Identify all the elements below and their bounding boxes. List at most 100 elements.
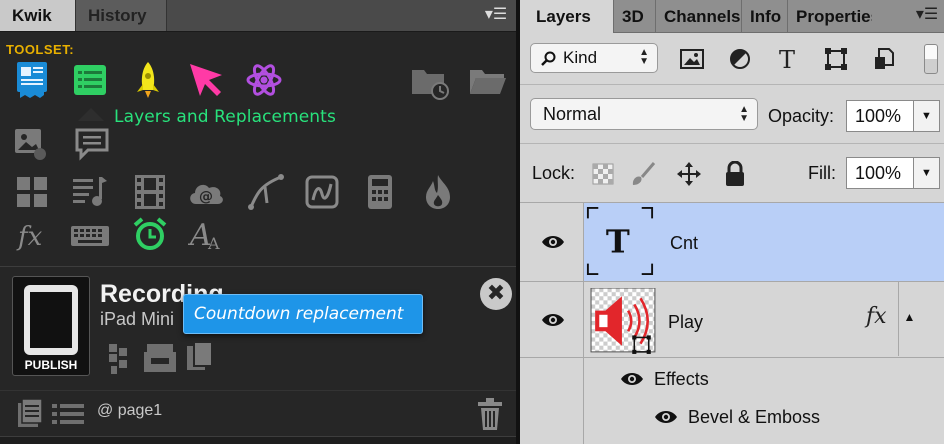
path-curve-icon[interactable] [246,172,286,212]
pointer-icon[interactable] [186,60,226,100]
canvas-draw-icon[interactable] [302,172,342,212]
panel-menu-icon[interactable]: ▾☰ [482,6,510,24]
font-icon[interactable]: AA [186,214,226,254]
layers-list-icon[interactable] [70,60,110,100]
comment-icon[interactable] [72,124,112,164]
widgets-icon[interactable] [12,172,52,212]
rocket-icon[interactable] [128,60,168,100]
fill-value: 100% [855,163,902,183]
layer-row[interactable]: Play fx ▲ [520,282,944,358]
blend-mode-value: Normal [543,104,602,124]
blend-mode-select[interactable]: Normal ▲ ▼ [530,98,758,130]
panel-menu-icon[interactable]: ▾☰ [914,6,940,24]
tab-layers[interactable]: Layers [520,0,614,33]
search-icon [541,51,556,66]
smart-object-filter-icon[interactable] [870,45,898,73]
layer-name[interactable]: Play [668,312,703,333]
lock-transparency-icon[interactable] [590,161,616,187]
layer-row[interactable]: T Cnt [520,203,944,282]
type-filter-icon[interactable]: T [774,45,802,73]
layer-name[interactable]: Cnt [670,233,698,254]
fx-icon[interactable]: fx [866,304,887,329]
folder-clock-icon[interactable] [410,62,450,102]
tab-info[interactable]: Info [742,0,788,33]
fx-icon[interactable]: fx [14,216,54,256]
type-layer-thumbnail: T [586,207,654,275]
audio-list-icon[interactable] [70,172,110,212]
current-page-label: @ page1 [97,402,163,419]
tab-3d[interactable]: 3D [614,0,656,33]
shape-filter-icon[interactable] [822,45,850,73]
visibility-column [520,358,584,444]
fill-input[interactable]: 100% ▼ [846,157,940,189]
collapse-effects-toggle[interactable]: ▲ [898,282,920,356]
lock-all-icon[interactable] [722,161,748,187]
inbox-icon[interactable] [140,338,180,378]
fire-icon[interactable] [418,172,458,212]
pixel-filter-icon[interactable] [678,45,706,73]
publish-button[interactable]: PUBLISH [12,276,90,376]
trash-icon[interactable] [470,394,510,434]
effects-row[interactable]: Effects [584,360,920,398]
atom-icon[interactable] [244,60,284,100]
eye-icon[interactable] [654,410,678,424]
keyboard-icon[interactable] [70,216,110,256]
divider [0,266,516,267]
tip-arrow [78,108,104,121]
alarm-clock-icon[interactable] [130,214,170,254]
close-icon[interactable]: ✖ [480,278,512,310]
svg-text:T: T [606,222,630,260]
layers-panel: Layers 3D Channels Info Properties ▾☰ Ki… [520,0,944,444]
publish-label: PUBLISH [24,358,78,372]
divider [0,390,516,391]
pages-stack-icon[interactable] [10,394,50,434]
kwik-tabbar: Kwik History ▾☰ [0,0,516,32]
svg-text:fx: fx [16,222,43,252]
tab-channels[interactable]: Channels [656,0,742,33]
eye-icon[interactable] [541,313,565,327]
project-device: iPad Mini [100,309,175,329]
web-cloud-icon[interactable]: @ [186,172,226,212]
export-icon[interactable] [100,338,140,378]
image-replace-icon[interactable] [10,124,50,164]
layers-tip: Layers and Replacements [114,107,336,127]
film-icon[interactable] [130,172,170,212]
toolset-label: TOOLSET: [6,42,75,57]
visibility-column [520,282,584,357]
filter-kind-select[interactable]: Kind ▲ ▼ [530,43,658,73]
tab-properties[interactable]: Properties [788,0,872,33]
eye-icon[interactable] [541,235,565,249]
chevron-down-icon[interactable]: ▼ [913,158,939,188]
svg-text:@: @ [199,189,213,205]
adjustment-filter-icon[interactable] [726,45,754,73]
effect-item-label: Bevel & Emboss [688,407,821,427]
speaker-layer-thumbnail [590,288,656,354]
tooltip: Countdown replacement [183,294,423,334]
tab-kwik[interactable]: Kwik [0,0,75,31]
chevron-updown-icon: ▲ ▼ [639,47,649,67]
chevron-down-icon[interactable]: ▼ [913,101,939,131]
blend-row: Normal ▲ ▼ Opacity: 100% ▼ [520,86,944,144]
tab-history[interactable]: History [75,0,167,31]
pages-icon[interactable] [12,60,52,100]
svg-text:T: T [779,48,795,70]
filter-toggle[interactable] [924,44,938,74]
folder-open-icon[interactable] [468,62,508,102]
panel-footer [0,436,516,444]
effects-label: Effects [654,369,709,389]
list-icon[interactable] [48,394,88,434]
effect-item-row[interactable]: Bevel & Emboss [584,398,920,436]
fill-label: Fill: [808,163,836,183]
opacity-input[interactable]: 100% ▼ [846,100,940,132]
opacity-label: Opacity: [768,106,835,126]
lock-pixels-icon[interactable] [630,161,656,187]
opacity-value: 100% [855,106,902,126]
lock-position-icon[interactable] [676,161,702,187]
kwik-panel: Kwik History ▾☰ TOOLSET: Layers and Repl… [0,0,516,444]
copy-icon[interactable] [180,338,220,378]
filter-row: Kind ▲ ▼ T [520,33,944,85]
layers-list: T Cnt Play fx ▲ Effects Bevel & Emboss [520,203,944,444]
calculator-icon[interactable] [360,172,400,212]
lock-label: Lock: [532,163,576,183]
eye-icon[interactable] [620,372,644,386]
